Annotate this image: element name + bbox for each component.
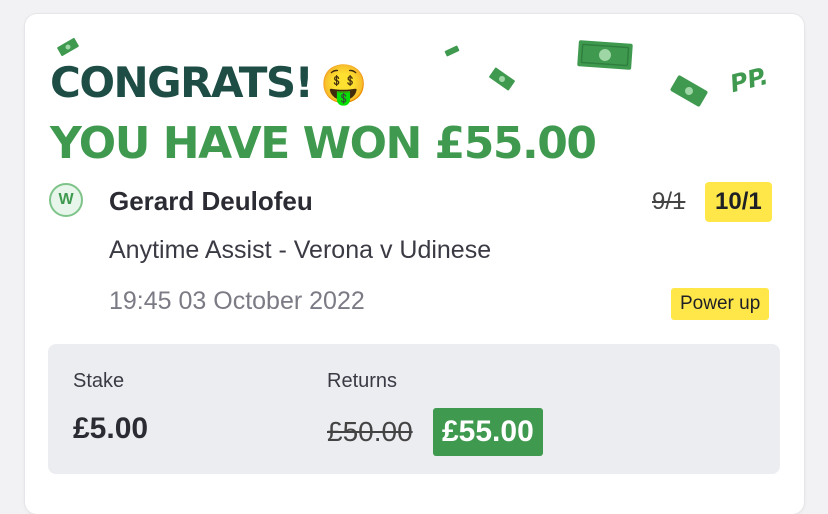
market-description: Anytime Assist - Verona v Udinese (109, 236, 492, 264)
congrats-text: CONGRATS! (50, 58, 314, 107)
stake-value: £5.00 (73, 412, 149, 445)
boosted-odds: 10/1 (705, 182, 772, 222)
original-odds: 9/1 (652, 188, 686, 215)
money-bill-icon (444, 45, 460, 57)
money-bill-icon (57, 38, 79, 56)
winnings-heading: YOU HAVE WON £55.00 (50, 118, 597, 169)
money-bill-icon (577, 40, 633, 70)
money-face-emoji: 🤑 (320, 62, 368, 106)
boosted-returns: £55.00 (433, 408, 543, 456)
money-bill-icon (489, 67, 515, 91)
selection-name: Gerard Deulofeu (109, 186, 313, 216)
original-returns: £50.00 (327, 416, 413, 447)
stake-label: Stake (73, 370, 125, 392)
congrats-heading: CONGRATS! 🤑 (50, 58, 368, 107)
money-bill-icon (670, 75, 708, 107)
returns-label: Returns (327, 370, 398, 392)
bet-result-card: PP. CONGRATS! 🤑 YOU HAVE WON £55.00 W Ger… (25, 14, 804, 514)
power-up-tag: Power up (671, 288, 770, 320)
event-datetime: 19:45 03 October 2022 (109, 287, 365, 315)
win-badge-icon: W (49, 183, 83, 217)
bet-summary-panel: Stake £5.00 Returns £50.00 £55.00 (48, 344, 780, 474)
brand-logo: PP. (727, 61, 771, 99)
